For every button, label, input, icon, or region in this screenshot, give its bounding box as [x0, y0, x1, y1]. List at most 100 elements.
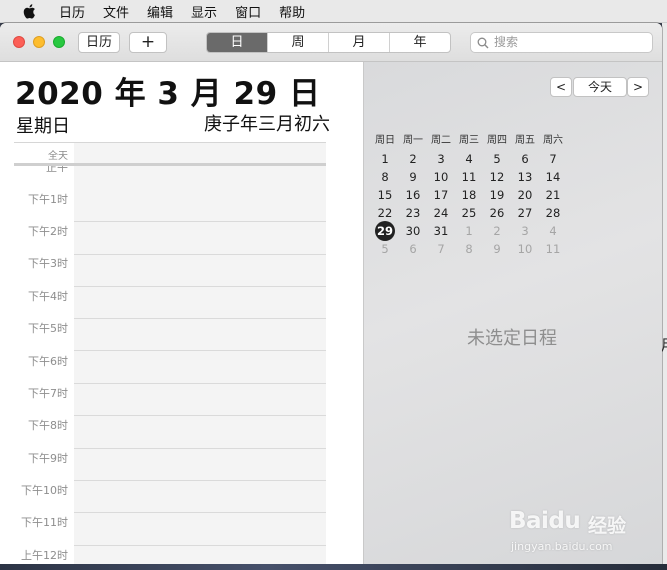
- watermark-url: jingyan.baidu.com: [511, 540, 613, 553]
- mini-calendar-day[interactable]: 18: [455, 186, 483, 204]
- hour-line: [74, 415, 326, 416]
- menu-file[interactable]: 文件: [94, 2, 138, 21]
- mini-calendar-day[interactable]: 11: [539, 240, 567, 258]
- mini-calendar-day[interactable]: 28: [539, 204, 567, 222]
- menu-window[interactable]: 窗口: [226, 2, 270, 21]
- minimize-button[interactable]: [33, 36, 45, 48]
- hour-label: 上午12时: [21, 549, 68, 562]
- apple-icon[interactable]: [22, 3, 36, 19]
- hour-line: [74, 254, 326, 255]
- search-input[interactable]: 搜索: [470, 32, 653, 53]
- add-event-button[interactable]: +: [129, 32, 167, 53]
- tab-day[interactable]: 日: [207, 33, 267, 52]
- sidebar: < 今天 > 周日 周一 周二 周三 周四 周五 周六 1 2 3 4 5 6 7 8 9 10 1…: [363, 62, 662, 564]
- mini-calendar-day[interactable]: 25: [455, 204, 483, 222]
- weekday-header: 周六: [543, 135, 563, 146]
- mini-calendar-week: 15 16 17 18 19 20 21: [371, 186, 567, 204]
- hour-line: [74, 383, 326, 384]
- mini-calendar-day[interactable]: 30: [399, 222, 427, 240]
- mini-calendar-day[interactable]: 5: [483, 150, 511, 168]
- menu-bar: 日历 文件 编辑 显示 窗口 帮助: [0, 0, 667, 23]
- zoom-button[interactable]: [53, 36, 65, 48]
- mini-calendar-day[interactable]: 21: [539, 186, 567, 204]
- mini-calendar-day[interactable]: 7: [427, 240, 455, 258]
- mini-calendar-day[interactable]: 8: [455, 240, 483, 258]
- mini-calendar-day[interactable]: 26: [483, 204, 511, 222]
- mini-calendar-day[interactable]: 10: [427, 168, 455, 186]
- day-view: 2020 年 3 月 29 日 星期日 庚子年三月初六 全天 正午 下午1时 下…: [0, 62, 363, 564]
- mini-calendar-day[interactable]: 4: [539, 222, 567, 240]
- mini-calendar-day[interactable]: 2: [483, 222, 511, 240]
- mini-calendar-week: 22 23 24 25 26 27 28: [371, 204, 567, 222]
- close-button[interactable]: [13, 36, 25, 48]
- mini-calendar-week: 29 30 31 1 2 3 4: [371, 221, 567, 241]
- mini-calendar-days: 1 2 3 4 5 6 7 8 9 10 11 12 13 14 15 16 17 18 19 20 21 22 23 24 2…: [371, 150, 567, 258]
- background-window-edge: [662, 23, 667, 570]
- mini-calendar-week: 1234567: [371, 150, 567, 168]
- tab-month[interactable]: 月: [328, 33, 389, 52]
- mini-calendar-day[interactable]: 20: [511, 186, 539, 204]
- toolbar: 日历 + 日 周 月 年 搜索: [0, 23, 662, 62]
- menu-help[interactable]: 帮助: [270, 2, 314, 21]
- weekday-header: 周二: [431, 135, 451, 146]
- mini-calendar-day[interactable]: 3: [427, 150, 455, 168]
- mini-calendar-day[interactable]: 14: [539, 168, 567, 186]
- mini-calendar-day[interactable]: 23: [399, 204, 427, 222]
- mini-calendar-day[interactable]: 24: [427, 204, 455, 222]
- tab-year[interactable]: 年: [389, 33, 450, 52]
- hour-label: 下午7时: [28, 387, 68, 400]
- weekday-header: 周五: [515, 135, 535, 146]
- mini-calendar-day[interactable]: 6: [399, 240, 427, 258]
- hour-label: 下午11时: [21, 516, 68, 529]
- mini-calendar-day[interactable]: 10: [511, 240, 539, 258]
- mini-calendar-day[interactable]: 7: [539, 150, 567, 168]
- watermark-brand: 经验: [588, 515, 627, 537]
- mini-calendar-day[interactable]: 11: [455, 168, 483, 186]
- tab-week[interactable]: 周: [267, 33, 328, 52]
- hour-label: 下午6时: [28, 355, 68, 368]
- mini-calendar-day[interactable]: 6: [511, 150, 539, 168]
- hour-line: [74, 221, 326, 222]
- mini-calendar-day[interactable]: 27: [511, 204, 539, 222]
- hour-line: [74, 350, 326, 351]
- mini-calendar-day[interactable]: 1: [455, 222, 483, 240]
- calendars-button[interactable]: 日历: [78, 32, 120, 53]
- mini-calendar-day[interactable]: 1: [371, 150, 399, 168]
- all-day-row[interactable]: 全天: [14, 142, 326, 164]
- menu-edit[interactable]: 编辑: [138, 2, 182, 21]
- mini-calendar-day[interactable]: 2: [399, 150, 427, 168]
- mini-calendar-week: 5 6 7 8 9 10 11: [371, 240, 567, 258]
- mini-calendar-day[interactable]: 13: [511, 168, 539, 186]
- previous-month-button[interactable]: <: [550, 77, 572, 97]
- menu-calendar[interactable]: 日历: [50, 2, 94, 21]
- mini-calendar-day[interactable]: 16: [399, 186, 427, 204]
- hour-label: 下午5时: [28, 322, 68, 335]
- mini-calendar-day[interactable]: 31: [427, 222, 455, 240]
- mini-calendar-day[interactable]: 4: [455, 150, 483, 168]
- hour-label: 下午8时: [28, 419, 68, 432]
- mini-calendar-day[interactable]: 8: [371, 168, 399, 186]
- desktop-background: [0, 564, 667, 570]
- hour-label: 下午3时: [28, 257, 68, 270]
- mini-calendar-day[interactable]: 12: [483, 168, 511, 186]
- weekday-label: 星期日: [16, 116, 70, 137]
- hour-line: [74, 286, 326, 287]
- hour-line: [74, 512, 326, 513]
- mini-calendar-day-selected[interactable]: 29: [371, 221, 399, 241]
- next-month-button[interactable]: >: [627, 77, 649, 97]
- hour-label: 下午4时: [28, 290, 68, 303]
- today-button[interactable]: 今天: [573, 77, 627, 97]
- mini-calendar-day[interactable]: 19: [483, 186, 511, 204]
- mini-calendar-day[interactable]: 17: [427, 186, 455, 204]
- weekday-header: 周四: [487, 135, 507, 146]
- mini-calendar-day[interactable]: 3: [511, 222, 539, 240]
- mini-calendar-day[interactable]: 5: [371, 240, 399, 258]
- mini-calendar-day[interactable]: 9: [399, 168, 427, 186]
- day-grid[interactable]: [74, 166, 326, 564]
- no-event-selected-text: 未选定日程: [467, 328, 557, 349]
- all-day-area[interactable]: [74, 143, 326, 164]
- mini-calendar-day[interactable]: 22: [371, 204, 399, 222]
- menu-view[interactable]: 显示: [182, 2, 226, 21]
- mini-calendar-day[interactable]: 9: [483, 240, 511, 258]
- mini-calendar-day[interactable]: 15: [371, 186, 399, 204]
